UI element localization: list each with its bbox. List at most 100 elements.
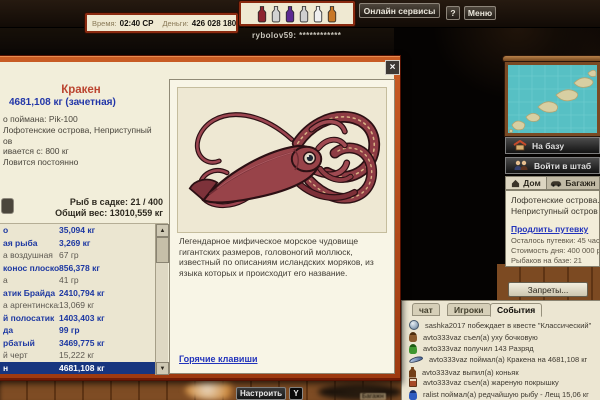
tab-chat[interactable]: чат (412, 303, 440, 316)
help-button[interactable]: ? (446, 6, 460, 20)
tab-events[interactable]: События (490, 303, 542, 317)
fish-name: конос плоскогол... (3, 263, 59, 273)
tab-trunk[interactable]: Багажн (547, 176, 600, 190)
kraken-image-frame (177, 87, 387, 233)
fish-row[interactable]: й черт 15,222 кг (0, 349, 168, 362)
scroll-down-icon[interactable]: ▼ (156, 362, 169, 375)
fish-name: атик Брайда (3, 288, 59, 298)
location-line1: Лофотенские острова. (511, 195, 599, 206)
fish-row[interactable]: ая рыба 3,269 кг (0, 237, 168, 250)
chat-message: sashka2017 побеждает в квесте "Классичес… (409, 320, 599, 330)
fish-weight: 856,378 кг (59, 263, 100, 273)
login-password-field[interactable]: rybolov59: ************ (252, 31, 341, 40)
fish-name: да (3, 325, 59, 335)
house-icon (511, 179, 520, 188)
chat-message: avto333vaz съел(а) уху бочковую (409, 332, 599, 342)
close-icon[interactable]: × (385, 60, 400, 75)
fish-row[interactable]: да 99 гр (0, 324, 168, 337)
map-body[interactable] (505, 62, 600, 136)
tab-home[interactable]: Дом (505, 176, 547, 190)
potion-red-icon[interactable] (257, 5, 267, 23)
deck-blur-item (185, 380, 241, 400)
info-line: ивается с: 800 кг (3, 146, 152, 157)
fish-description: Легендарное мифическое морское чудовище … (179, 236, 388, 278)
chat-message-text: avto333vaz поймал(а) Кракена на 4681,108… (429, 355, 587, 364)
fish-row[interactable]: а 41 гр (0, 274, 168, 287)
hotkeys-link[interactable]: Горячие клавиши (179, 354, 257, 364)
fish-detail-panel: Легендарное мифическое морское чудовище … (169, 79, 395, 374)
fish-weight: 35,094 кг (59, 225, 95, 235)
potion-silver-icon[interactable] (271, 5, 281, 23)
fish-row-selected[interactable]: н 4681,108 кг (0, 362, 168, 375)
chat-message-text: sashka2017 побеждает в квесте "Классичес… (425, 321, 591, 330)
fish-weight: 3,269 кг (59, 238, 90, 248)
lofoten-islands-map (508, 65, 597, 133)
fishers-on-base-text: Рыбаков на базе: 21 (511, 256, 599, 265)
info-line: ов (3, 136, 152, 147)
potion-orange-icon[interactable] (327, 5, 337, 23)
potion-silver-icon[interactable] (299, 5, 309, 23)
fish-row[interactable]: о 35,094 кг (0, 224, 168, 237)
potion-purple-icon[interactable] (285, 5, 295, 23)
chat-message-text: avto333vaz выпил(а) коньяк (422, 368, 519, 377)
person-icon (409, 332, 417, 342)
fish-title: Кракен (0, 84, 167, 96)
kraken-popup-window: × Кракен 4681,108 кг (зачетная) о пойман… (0, 55, 401, 381)
fish-weight: 15,222 кг (59, 350, 94, 360)
person-icon (409, 390, 417, 400)
menu-button[interactable]: Меню (464, 6, 496, 20)
bottle-icon (409, 367, 416, 378)
chat-message: avto333vaz поймал(а) Кракена на 4681,108… (409, 355, 599, 364)
scroll-up-icon[interactable]: ▲ (156, 224, 169, 237)
fish-row[interactable]: а аргентинская 13,069 кг (0, 299, 168, 312)
scrollbar-thumb[interactable] (156, 237, 169, 263)
time-value: 02:40 СР (120, 19, 154, 28)
trunk-label: Багажн (360, 393, 386, 400)
y-hotkey-button[interactable]: Y (289, 387, 303, 400)
chat-message: avto333vaz выпил(а) коньяк (409, 367, 599, 378)
fish-name: а (3, 275, 59, 285)
fish-row[interactable]: й полосатик 1403,403 кг (0, 312, 168, 325)
record-weight: 4681,108 кг (зачетная) (9, 97, 116, 108)
chat-message: avto333vaz съел(а) жареную покрышку (409, 378, 599, 387)
cage-summary: Рыб в садке: 21 / 400 Общий вес: 13010,5… (0, 197, 167, 219)
enter-hq-button[interactable]: Войти в штаб (505, 157, 600, 174)
info-line: Лофотенские острова, Неприступный (3, 125, 152, 136)
day-cost-text: Стоимость дня: 400 000 руб. (511, 246, 599, 255)
tab-players[interactable]: Игроки (447, 303, 491, 316)
chat-message-text: ralist поймал(а) редчайшую рыбу - Лещ 15… (423, 390, 589, 399)
person-icon (409, 344, 417, 354)
minimap[interactable] (505, 55, 600, 136)
fish-row[interactable]: а воздушная 67 гр (0, 249, 168, 262)
chat-message-text: avto333vaz съел(а) жареную покрышку (423, 378, 559, 387)
info-line: о поймана: Pik-100 (3, 114, 152, 125)
fish-weight: 99 гр (59, 325, 80, 335)
location-panel: Лофотенские острова. Неприступный остров… (505, 190, 600, 267)
fish-row[interactable]: атик Брайда 2410,794 кг (0, 287, 168, 300)
kraken-illustration (178, 88, 386, 232)
online-services-button[interactable]: Онлайн сервисы (359, 3, 440, 18)
to-base-label: На базу (532, 141, 564, 151)
extend-ticket-link[interactable]: Продлить путевку (511, 224, 599, 235)
fish-row[interactable]: конос плоскогол... 856,378 кг (0, 262, 168, 275)
home-trunk-tabs: Дом Багажн (505, 176, 600, 190)
cage-count: Рыб в садке: 21 / 400 (0, 197, 163, 208)
configure-button[interactable]: Настроить (236, 387, 286, 400)
to-base-button[interactable]: На базу (505, 137, 600, 154)
potion-white-icon[interactable] (313, 5, 323, 23)
fish-weight: 67 гр (59, 250, 79, 260)
fish-weight: 4681,108 кг (59, 363, 105, 373)
fish-name: ая рыба (3, 238, 59, 248)
fish-info-block: о поймана: Pik-100 Лофотенские острова, … (3, 114, 152, 168)
ticket-left-text: Осталось путевки: 45 час. (511, 236, 599, 245)
fish-weight: 2410,794 кг (59, 288, 105, 298)
tab-trunk-label: Багажн (565, 178, 595, 188)
fish-name: о (3, 225, 59, 235)
globe-icon (409, 320, 419, 330)
fish-weight: 1403,403 кг (59, 313, 105, 323)
fish-name: а воздушная (3, 250, 59, 260)
fish-list-scrollbar[interactable]: ▲ ▼ (155, 224, 168, 375)
car-icon (550, 179, 562, 187)
fish-row[interactable]: рбатый 3469,775 кг (0, 337, 168, 350)
bans-button[interactable]: Запреты... (508, 282, 588, 297)
